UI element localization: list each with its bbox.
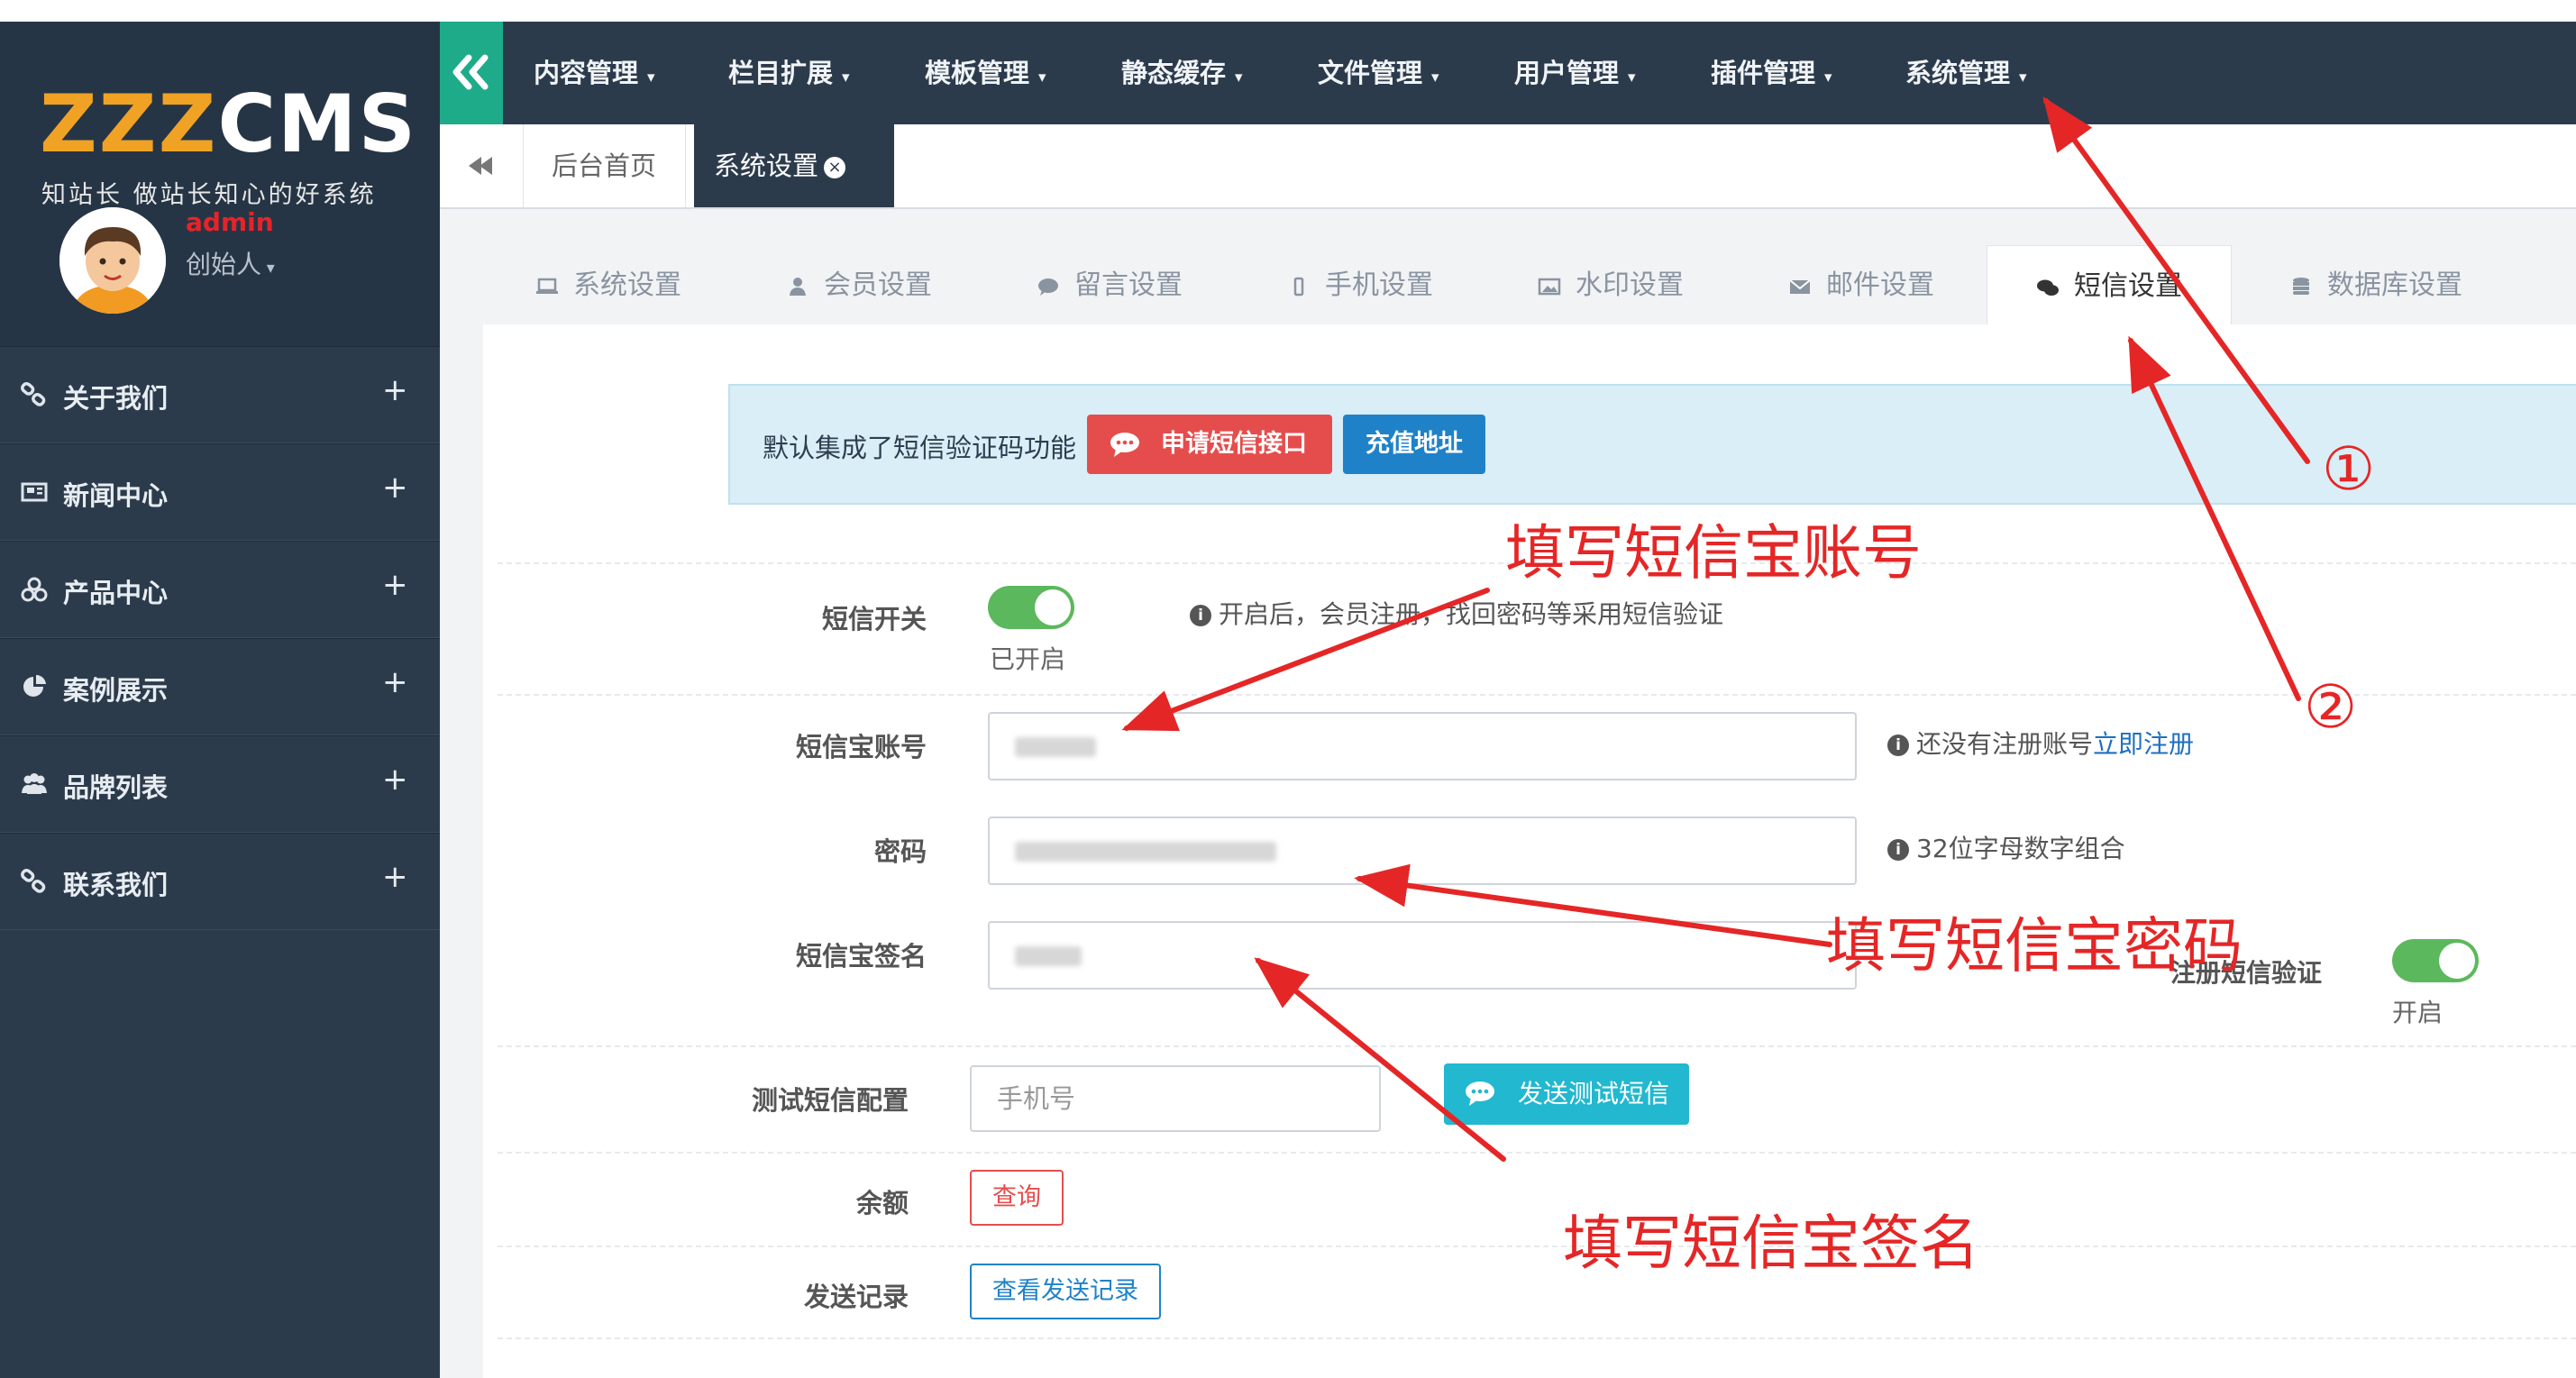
annotation-step-2: ② <box>2304 672 2358 742</box>
annotation-step-1: ① <box>2322 434 2376 504</box>
annotation-fill-signature: 填写短信宝签名 <box>1563 1209 1979 1278</box>
arrow-to-signature-input <box>1254 957 1506 1162</box>
arrow-to-password-input <box>1354 863 1832 947</box>
arrow-to-account-input <box>1121 588 1490 732</box>
annotation-arrows <box>1121 96 2310 1162</box>
arrow-to-system-management <box>2042 96 2310 464</box>
arrow-to-sms-tab <box>2128 335 2301 701</box>
annotation-fill-password: 填写短信宝密码 <box>1826 911 2243 981</box>
annotation-fill-account: 填写短信宝账号 <box>1505 518 1922 588</box>
